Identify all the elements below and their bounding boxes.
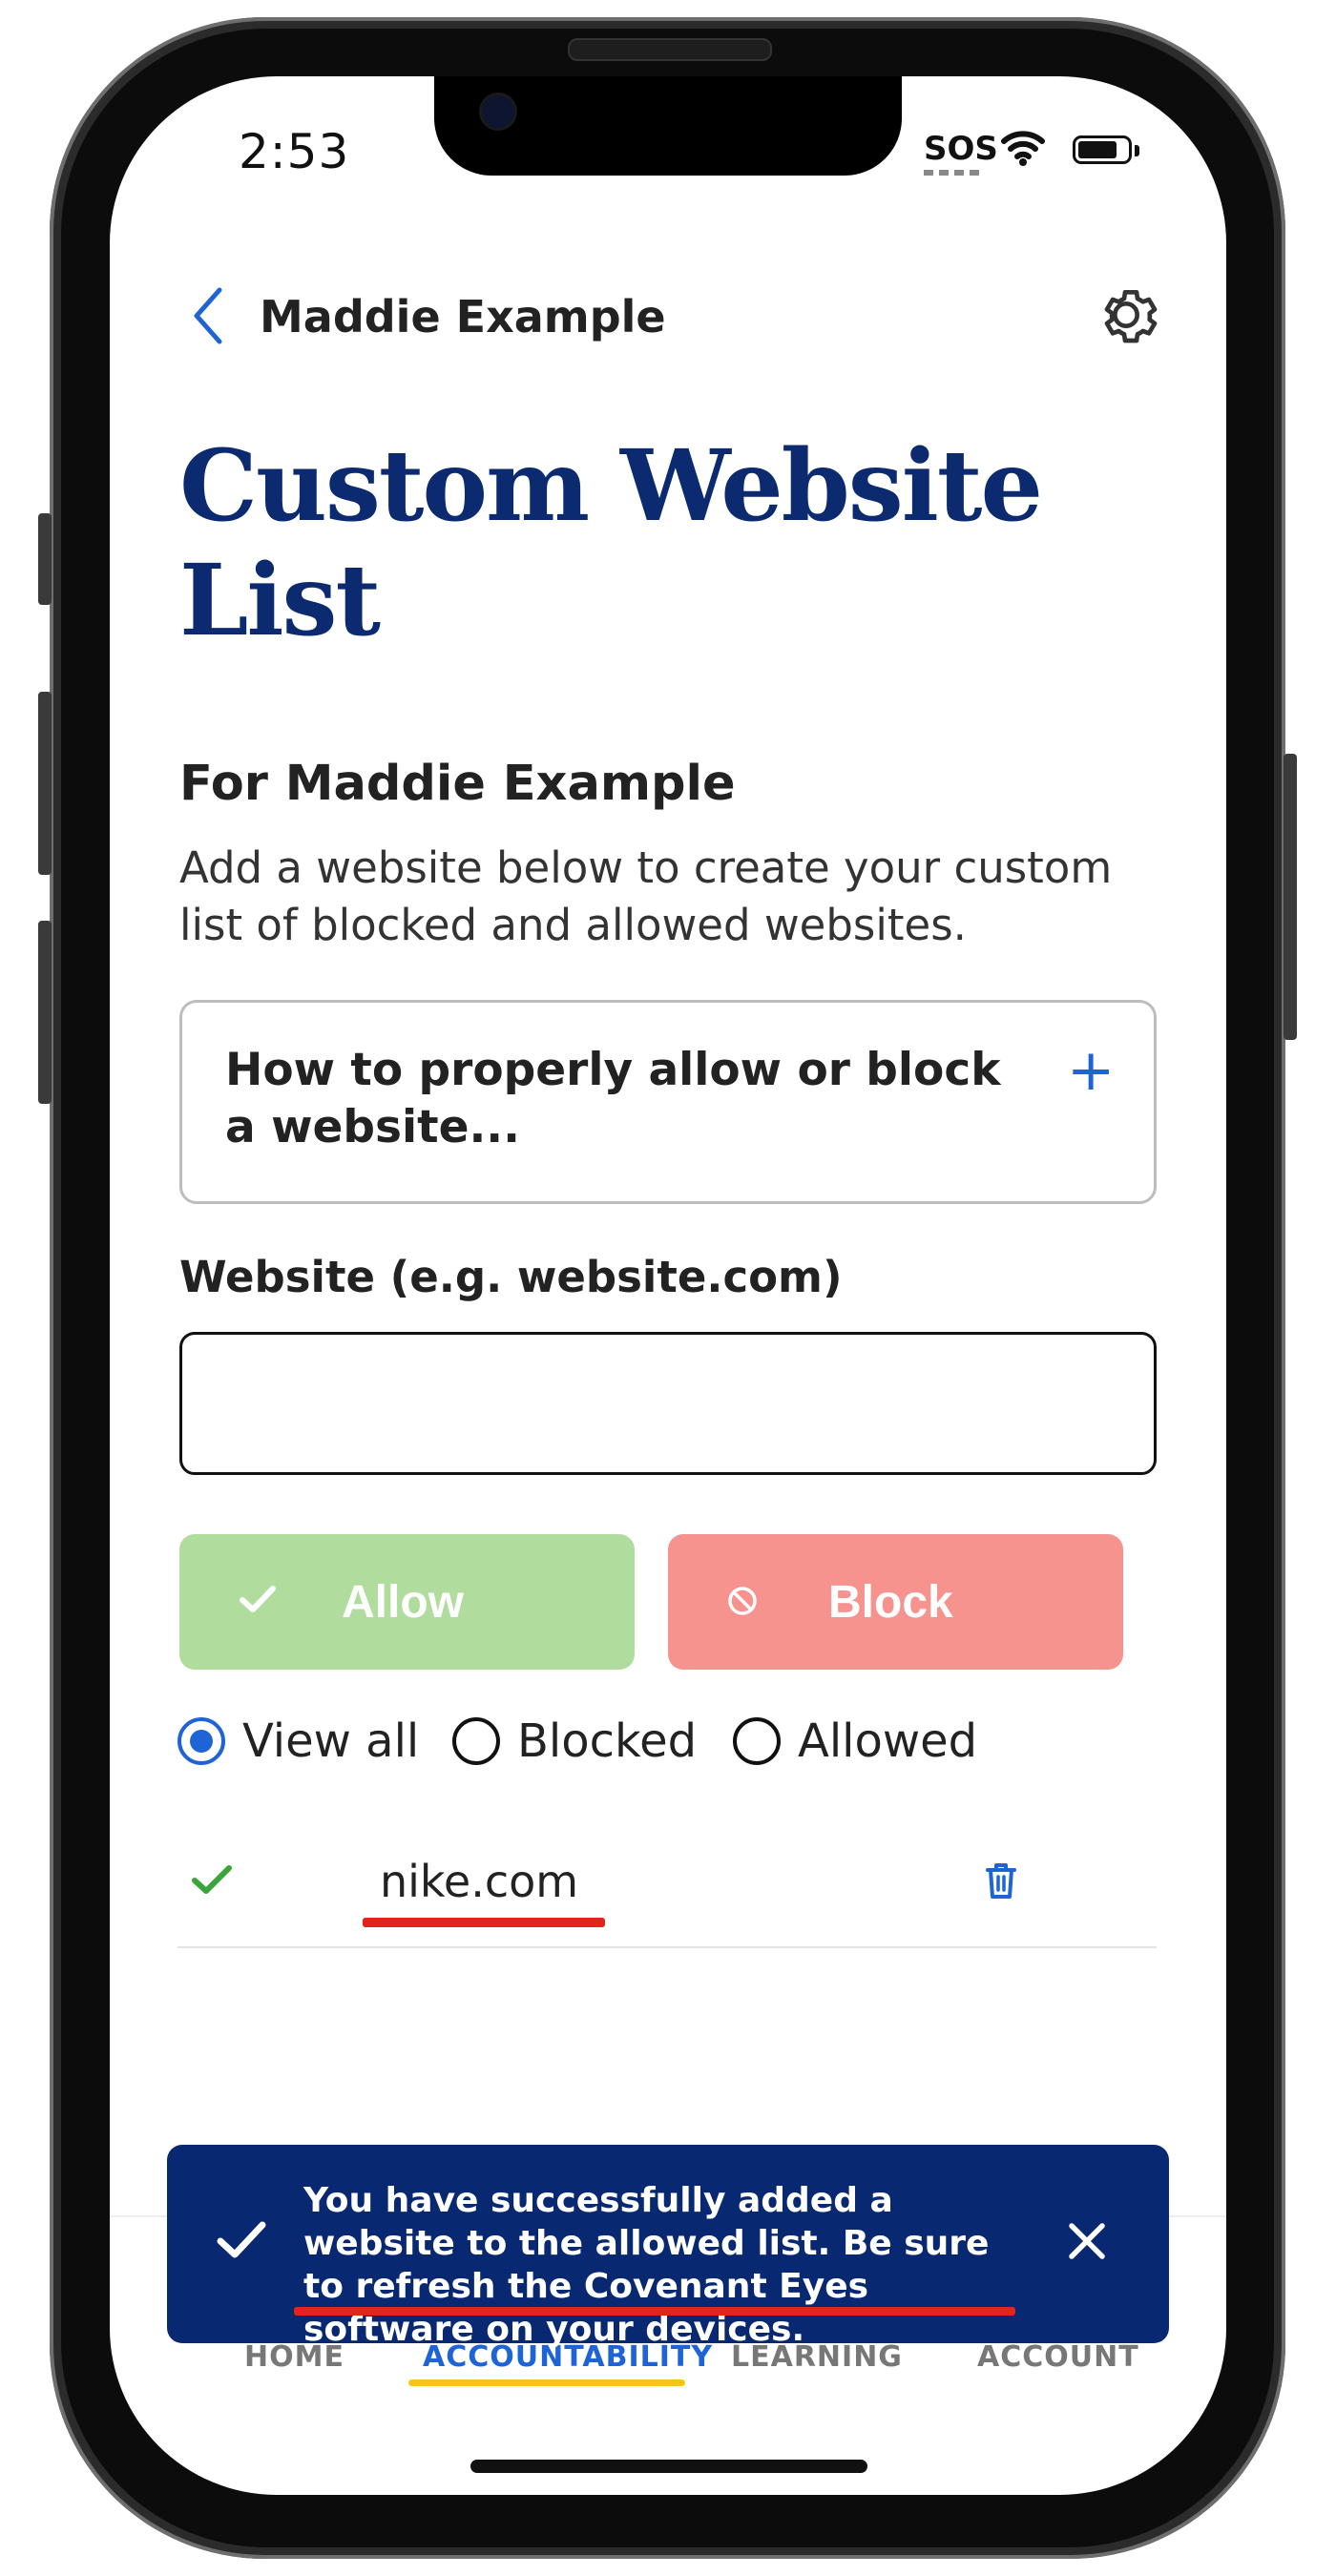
- prohibited-icon: [728, 1587, 757, 1615]
- gear-icon[interactable]: [1088, 277, 1164, 353]
- battery-tip: [1135, 145, 1139, 156]
- trash-icon[interactable]: [983, 1860, 1019, 1901]
- radio-allowed[interactable]: [733, 1717, 781, 1765]
- allow-button-label: Allow: [342, 1577, 464, 1628]
- close-icon[interactable]: [1067, 2221, 1107, 2261]
- help-accordion-label[interactable]: How to properly allow or block a website…: [225, 1042, 1008, 1156]
- block-button-label: Block: [828, 1577, 953, 1628]
- section-description: Add a website below to create your custo…: [179, 842, 1113, 950]
- status-time: 2:53: [239, 124, 350, 179]
- earpiece-speaker: [568, 38, 772, 61]
- battery-level: [1078, 141, 1117, 158]
- page-title: Custom Website List: [179, 428, 1043, 658]
- back-button-label[interactable]: Maddie Example: [260, 291, 666, 343]
- cellular-signal-dots: [924, 170, 981, 176]
- mute-switch: [38, 513, 52, 605]
- power-button: [1284, 754, 1297, 1040]
- allow-button[interactable]: Allow: [179, 1534, 635, 1670]
- website-input[interactable]: [179, 1332, 1157, 1475]
- annotation-underline: [294, 2307, 1015, 2316]
- website-domain: nike.com: [380, 1856, 579, 1907]
- check-icon: [240, 1586, 276, 1612]
- wifi-icon: [1001, 131, 1045, 166]
- chevron-left-icon[interactable]: [191, 286, 225, 345]
- check-icon: [217, 2221, 266, 2258]
- radio-view-all-label[interactable]: View all: [242, 1714, 419, 1768]
- volume-down-button: [38, 921, 52, 1104]
- radio-view-all[interactable]: [177, 1717, 225, 1765]
- radio-allowed-label[interactable]: Allowed: [798, 1714, 977, 1768]
- toast-message: You have successfully added a website to…: [303, 2181, 990, 2349]
- sos-indicator: SOS: [924, 130, 998, 168]
- home-indicator: [470, 2460, 867, 2473]
- block-button[interactable]: Block: [668, 1534, 1123, 1670]
- volume-up-button: [38, 692, 52, 875]
- list-divider: [177, 1946, 1157, 1948]
- radio-blocked-label[interactable]: Blocked: [517, 1714, 697, 1768]
- radio-blocked[interactable]: [452, 1717, 500, 1765]
- website-field-label: Website (e.g. website.com): [179, 1252, 843, 1302]
- plus-icon[interactable]: +: [1067, 1042, 1115, 1099]
- active-tab-indicator: [408, 2379, 685, 2386]
- annotation-underline: [363, 1918, 605, 1927]
- section-heading: For Maddie Example: [179, 756, 736, 812]
- check-icon: [192, 1865, 232, 1894]
- front-camera: [482, 95, 514, 128]
